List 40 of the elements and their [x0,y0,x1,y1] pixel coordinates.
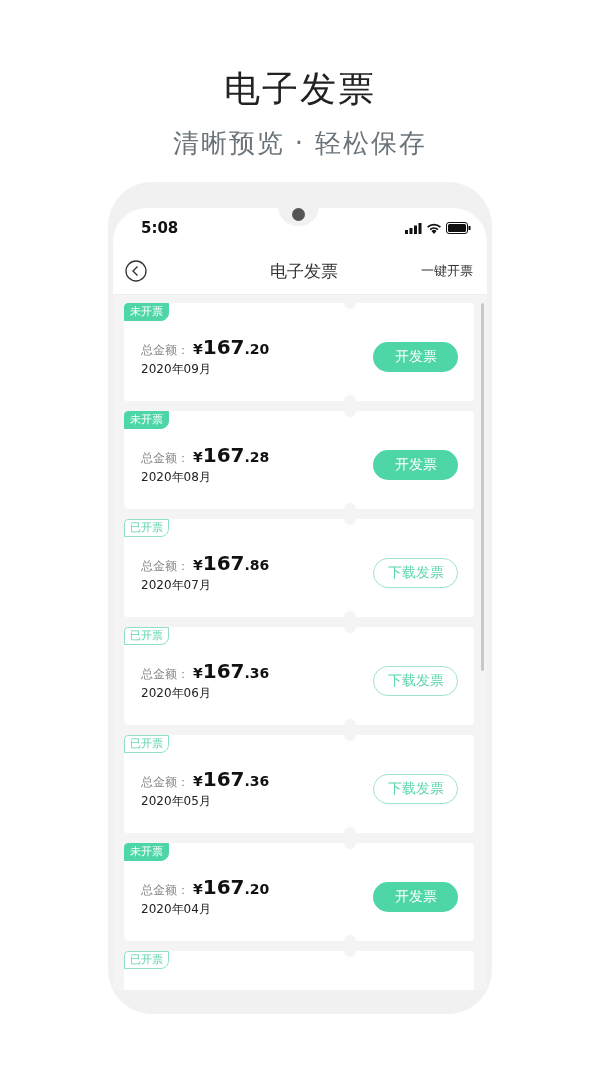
invoice-date: 2020年09月 [141,361,212,378]
status-tag: 已开票 [124,519,169,537]
amount-value: ¥167.36 [193,659,270,683]
status-tag: 未开票 [124,411,169,429]
download-button[interactable]: 下载发票 [373,665,458,696]
issue-button[interactable]: 开发票 [373,881,458,912]
nav-title: 电子发票 [270,259,338,283]
invoice-date: 2020年05月 [141,793,212,810]
invoice-date: 2020年06月 [141,685,212,702]
battery-icon [446,222,471,234]
page-headline: 电子发票 [224,67,376,111]
download-button[interactable]: 下载发票 [373,557,458,588]
amount-value: ¥167.86 [193,551,270,575]
amount-value: ¥167.28 [193,443,270,467]
amount-label: 总金额： [141,774,189,791]
amount-label: 总金额： [141,342,189,359]
issue-all-link[interactable]: 一键开票 [421,262,473,280]
invoice-date: 2020年07月 [141,577,212,594]
issue-button[interactable]: 开发票 [373,341,458,372]
amount-value: ¥167.20 [193,875,270,899]
status-tag: 已开票 [124,951,169,969]
invoice-date: 2020年08月 [141,469,212,486]
wifi-icon [426,222,442,234]
issue-button[interactable]: 开发票 [373,449,458,480]
status-tag: 已开票 [124,627,169,645]
download-button[interactable]: 下载发票 [373,773,458,804]
amount-label: 总金额： [141,558,189,575]
invoice-date: 2020年04月 [141,901,212,918]
amount-value: ¥167.36 [193,767,270,791]
amount-value: ¥167.20 [193,335,270,359]
status-tag: 已开票 [124,735,169,753]
status-tag: 未开票 [124,843,169,861]
amount-label: 总金额： [141,882,189,899]
status-time: 5:08 [141,219,179,237]
amount-label: 总金额： [141,450,189,467]
status-tag: 未开票 [124,303,169,321]
amount-label: 总金额： [141,666,189,683]
back-icon[interactable] [125,260,147,282]
page-subtitle: 清晰预览 · 轻松保存 [172,127,428,160]
signal-icon [405,222,422,234]
